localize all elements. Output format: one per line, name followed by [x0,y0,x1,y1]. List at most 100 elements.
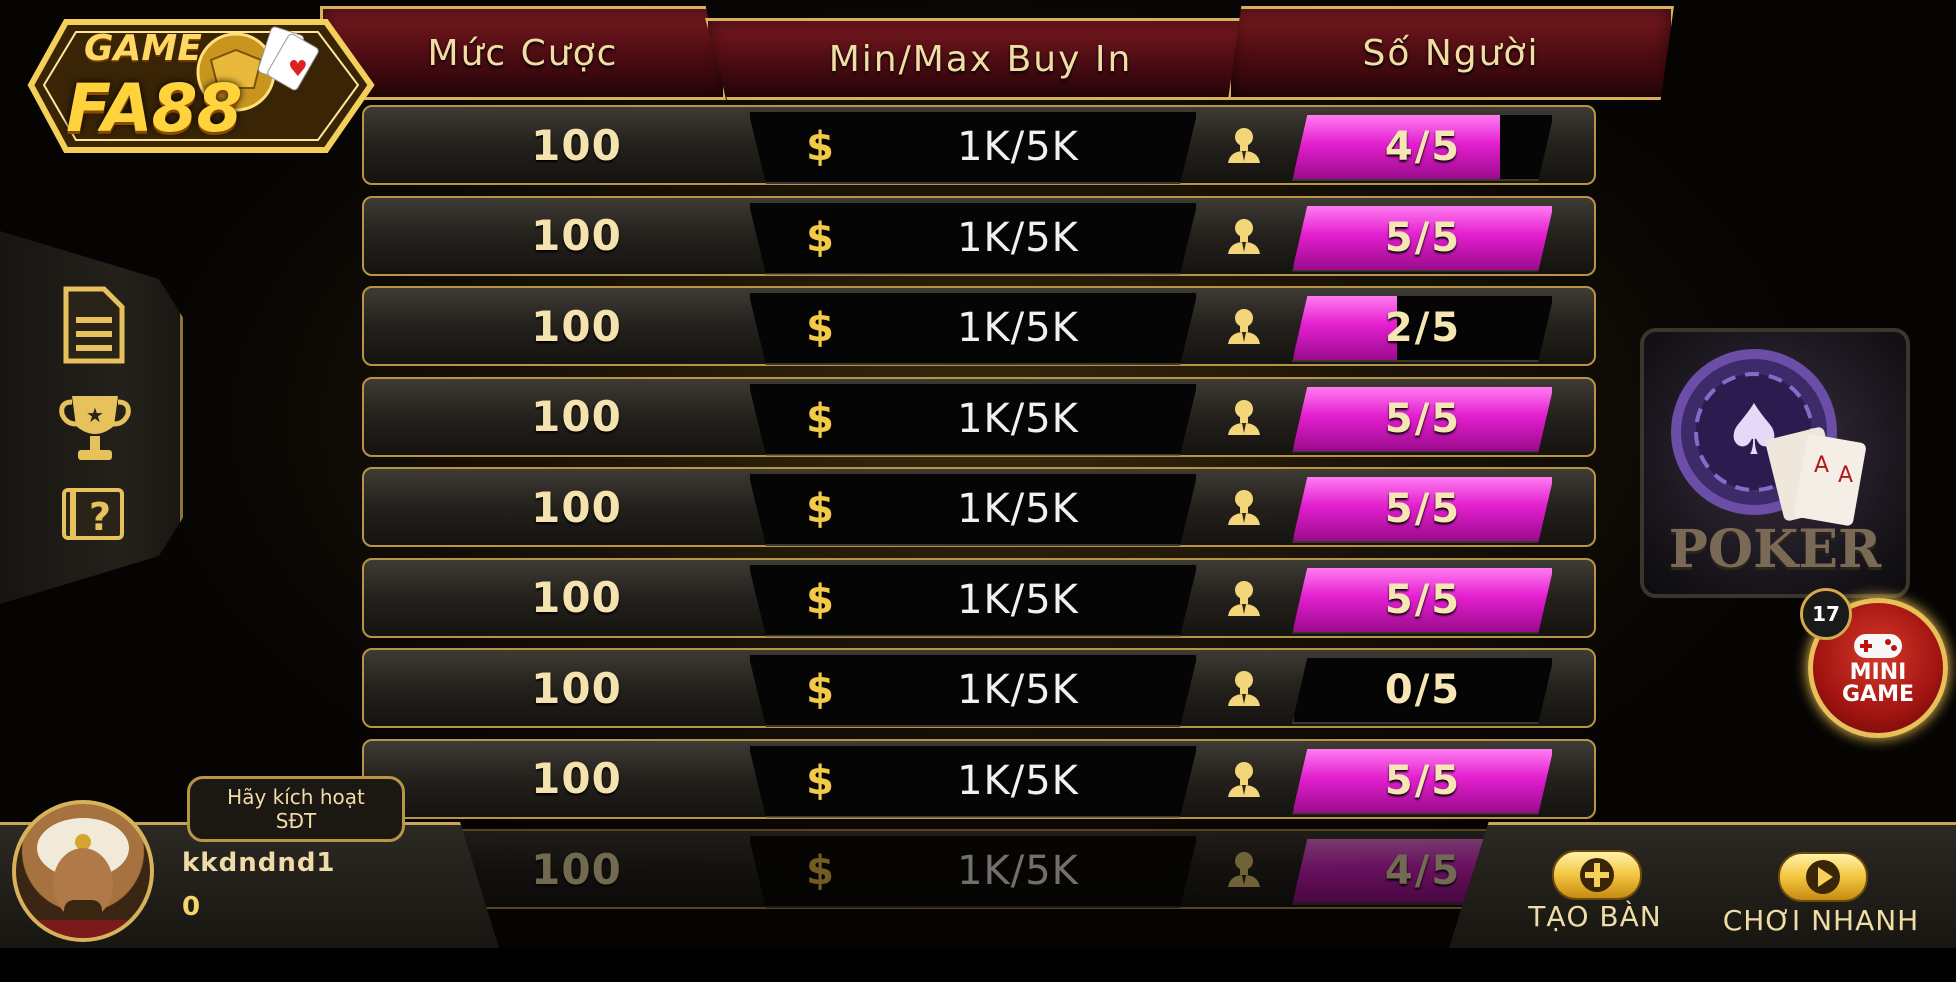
table-list: 100 $ 1K/5K 4/5 100 $ 1K/5K 5/5 100 $ 1K… [362,105,1596,920]
player-icon [1228,399,1260,435]
table-row[interactable]: 100 $ 1K/5K 4/5 [362,829,1596,909]
create-table-button[interactable] [1552,850,1642,900]
player-icon [1228,309,1260,344]
lobby-screen: Mức Cược Min/Max Buy In Số Người 100 $ 1… [0,0,1956,948]
create-table-label: TẠO BÀN [1528,900,1662,933]
table-row[interactable]: 100 $ 1K/5K 4/5 [362,105,1596,185]
logo-fa88-text: FA88 [66,70,243,147]
player-count-bar: 5/5 [1292,746,1554,815]
table-row[interactable]: 100 $ 1K/5K 5/5 [362,195,1596,276]
player-count: 5/5 [1384,395,1462,442]
player-count-bar: 5/5 [1292,565,1554,634]
table-row[interactable]: 100 $ 1K/5K 0/5 [362,648,1596,728]
player-count-bar: 5/5 [1292,384,1554,453]
activate-line2: SĐT [275,809,317,833]
player-icon [1228,128,1260,163]
buyin-value: 1K/5K [957,305,1079,351]
buyin-value: 1K/5K [957,848,1079,894]
buyin-value: 1K/5K [957,667,1079,713]
help-icon[interactable]: ? [60,486,126,556]
dollar-icon: $ [806,757,834,804]
bet-amount: 100 [531,663,622,713]
quick-play-label: CHƠI NHANH [1722,904,1920,937]
player-count: 4/5 [1384,124,1462,170]
header-players-label: Số Người [1362,32,1540,74]
buyin-cell: $ 1K/5K [748,834,1198,908]
dollar-icon: $ [806,486,834,532]
bet-amount: 100 [531,120,622,170]
bet-amount: 100 [531,301,622,351]
player-count-bar: 0/5 [1292,656,1554,724]
svg-text:A: A [1838,463,1853,488]
buyin-value: 1K/5K [957,757,1079,804]
header-buyin-label: Min/Max Buy In [828,38,1133,80]
buyin-cell: $ 1K/5K [748,472,1198,546]
table-row[interactable]: 100 $ 1K/5K 5/5 [362,376,1596,457]
dollar-icon: $ [806,848,834,894]
dollar-icon: $ [806,395,834,442]
player-count: 0/5 [1384,667,1462,713]
balance: 0 [182,892,201,922]
player-count-bar: 5/5 [1292,203,1554,272]
header-bet-column: Mức Cược [320,6,726,100]
dollar-icon: $ [806,124,834,170]
bet-amount: 100 [531,482,622,532]
bet-amount: 100 [531,754,622,803]
player-count: 5/5 [1384,757,1462,804]
mini-game-line1: MINI [1849,660,1907,685]
svg-text:♥: ♥ [288,57,308,82]
gamepad-icon [1854,634,1902,658]
bottom-strip [0,948,1956,982]
buyin-cell: $ 1K/5K [748,110,1198,184]
buyin-value: 1K/5K [957,124,1079,170]
mini-game-badge: 17 [1800,588,1852,640]
document-icon[interactable] [60,285,126,364]
buyin-value: 1K/5K [957,395,1079,442]
player-icon [1228,761,1260,797]
buyin-cell: $ 1K/5K [748,653,1198,727]
bet-amount: 100 [531,211,622,260]
player-count-bar: 4/5 [1292,113,1554,181]
player-count-bar: 2/5 [1292,294,1554,362]
player-count: 2/5 [1384,305,1462,351]
svg-text:A: A [1814,453,1829,478]
svg-text:★: ★ [86,403,104,427]
buyin-value: 1K/5K [957,214,1079,261]
table-row[interactable]: 100 $ 1K/5K 5/5 [362,467,1596,547]
play-icon [1806,860,1840,894]
player-count: 5/5 [1384,486,1462,532]
player-count: 5/5 [1384,214,1462,261]
table-row[interactable]: 100 $ 1K/5K 5/5 [362,738,1596,819]
dollar-icon: $ [806,214,834,261]
avatar[interactable] [12,800,154,942]
header-bet-label: Mức Cược [427,32,619,74]
activate-phone-button[interactable]: Hãy kích hoạt SĐT [187,776,405,842]
buyin-cell: $ 1K/5K [748,562,1198,637]
player-icon [1228,218,1260,254]
player-icon [1228,671,1260,706]
table-row[interactable]: 100 $ 1K/5K 5/5 [362,557,1596,638]
poker-game-card[interactable]: ♠ A A POKER [1640,328,1910,598]
mini-game-line2: GAME [1841,682,1914,707]
logo-game-text: GAME [84,28,202,69]
quick-play-button[interactable] [1778,852,1868,902]
bet-amount: 100 [531,392,622,441]
buyin-cell: $ 1K/5K [748,291,1198,365]
brand-logo: ♥ GAME FA88 [26,10,376,160]
poker-chip-icon: ♠ A A [1671,349,1866,526]
buyin-cell: $ 1K/5K [748,743,1198,818]
buyin-value: 1K/5K [957,486,1079,532]
dollar-icon: $ [806,305,834,351]
activate-line1: Hãy kích hoạt [227,785,365,809]
poker-label: POKER [1668,519,1882,580]
player-count-bar: 5/5 [1292,475,1554,543]
buyin-cell: $ 1K/5K [748,381,1198,456]
player-icon [1228,580,1260,616]
table-row[interactable]: 100 $ 1K/5K 2/5 [362,286,1596,366]
dollar-icon: $ [806,667,834,713]
plus-icon [1580,858,1614,892]
trophy-icon[interactable]: ★ [58,390,131,460]
buyin-value: 1K/5K [957,576,1079,623]
header-players-column: Số Người [1228,6,1674,100]
buyin-cell: $ 1K/5K [748,200,1198,275]
